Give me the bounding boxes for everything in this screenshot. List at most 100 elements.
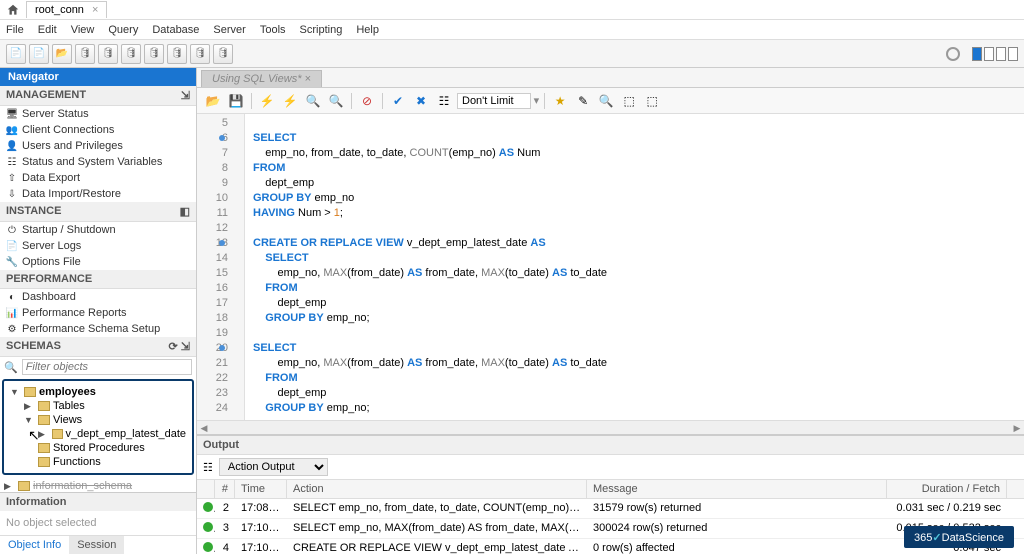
- nav-server-logs[interactable]: 📄Server Logs: [0, 238, 196, 254]
- menu-view[interactable]: View: [71, 24, 95, 36]
- status-ring-icon: [946, 47, 960, 61]
- performance-header: PERFORMANCE: [0, 270, 196, 289]
- output-type-select[interactable]: Action Output: [219, 458, 328, 476]
- db-icon[interactable]: 🛢: [121, 44, 141, 64]
- scroll-left-icon[interactable]: ◀: [197, 421, 211, 435]
- folder-icon: [38, 415, 50, 425]
- output-row[interactable]: 417:10:48CREATE OR REPLACE VIEW v_dept_e…: [197, 539, 1024, 554]
- nav-status-variables[interactable]: ☷Status and System Variables: [0, 154, 196, 170]
- panel-toggle-bottom[interactable]: [996, 47, 1006, 61]
- users-icon: 👤: [6, 140, 18, 152]
- view-icon: [52, 429, 63, 439]
- menu-query[interactable]: Query: [108, 24, 138, 36]
- db-icon[interactable]: 🛢: [98, 44, 118, 64]
- editor-toolbar: 📂 💾 ⚡ ⚡ 🔍 🔍 ⊘ ✔ ✖ ☷ Don't Limit ▾ ★ ✎ 🔍 …: [197, 88, 1024, 114]
- refresh-icon[interactable]: ⟳ ⇲: [169, 340, 191, 353]
- main-toolbar: 📄 📄 📂 🛢 🛢 🛢 🛢 🛢 🛢 🛢: [0, 40, 1024, 68]
- execute-icon[interactable]: ⚡: [257, 92, 277, 110]
- tab-session[interactable]: Session: [69, 536, 124, 554]
- close-icon[interactable]: ×: [305, 73, 311, 85]
- find-icon[interactable]: ✎: [573, 92, 593, 110]
- rollback-icon[interactable]: ✖: [411, 92, 431, 110]
- new-tab-icon[interactable]: 📄: [29, 44, 49, 64]
- explain-icon[interactable]: 🔍: [303, 92, 323, 110]
- server-icon: 🖥: [6, 108, 18, 120]
- db-icon[interactable]: 🛢: [75, 44, 95, 64]
- nav-client-connections[interactable]: 👥Client Connections: [0, 122, 196, 138]
- output-row[interactable]: 317:10:16SELECT emp_no, MAX(from_date) A…: [197, 519, 1024, 539]
- success-icon: [203, 522, 213, 532]
- search-icon: 🔍: [4, 361, 18, 374]
- beautify-icon[interactable]: ★: [550, 92, 570, 110]
- breakpoint-dot-icon[interactable]: [219, 135, 225, 141]
- breakpoint-dot-icon[interactable]: [219, 240, 225, 246]
- chevron-down-icon[interactable]: ▼: [10, 387, 19, 397]
- commit-icon[interactable]: ✔: [388, 92, 408, 110]
- nav-server-status[interactable]: 🖥Server Status: [0, 106, 196, 122]
- execute-current-icon[interactable]: ⚡: [280, 92, 300, 110]
- home-icon[interactable]: [6, 3, 20, 17]
- autocommit-icon[interactable]: ☷: [434, 92, 454, 110]
- information-header: Information: [0, 493, 196, 511]
- db-icon[interactable]: 🛢: [190, 44, 210, 64]
- schema-employees[interactable]: ▼employees: [10, 385, 186, 399]
- new-sql-icon[interactable]: 📄: [6, 44, 26, 64]
- chevron-down-icon[interactable]: ▼: [24, 415, 33, 425]
- nav-users-privileges[interactable]: 👤Users and Privileges: [0, 138, 196, 154]
- menu-scripting[interactable]: Scripting: [300, 24, 343, 36]
- menu-bar: File Edit View Query Database Server Too…: [0, 20, 1024, 40]
- connection-tab[interactable]: root_conn ×: [26, 1, 107, 18]
- db-icon[interactable]: 🛢: [167, 44, 187, 64]
- sql-editor[interactable]: 56789101112131415161718192021222324 SELE…: [197, 114, 1024, 420]
- nav-data-export[interactable]: ⇧Data Export: [0, 170, 196, 186]
- menu-database[interactable]: Database: [152, 24, 199, 36]
- content-area: Using SQL Views* × 📂 💾 ⚡ ⚡ 🔍 🔍 ⊘ ✔ ✖ ☷ D…: [197, 68, 1024, 554]
- snippets-icon[interactable]: ⬚: [619, 92, 639, 110]
- save-icon[interactable]: 💾: [226, 92, 246, 110]
- cancel-icon[interactable]: ⊘: [357, 92, 377, 110]
- panel-toggle-mid[interactable]: [984, 47, 994, 61]
- logs-icon: 📄: [6, 240, 18, 252]
- open-model-icon[interactable]: 📂: [52, 44, 72, 64]
- schema-information-schema[interactable]: ▶information_schema: [4, 479, 192, 492]
- limit-rows-select[interactable]: Don't Limit: [457, 93, 531, 109]
- folder-icon: [38, 401, 50, 411]
- menu-edit[interactable]: Edit: [38, 24, 57, 36]
- chevron-right-icon[interactable]: ▶: [4, 481, 11, 492]
- nav-perf-schema[interactable]: ⚙Performance Schema Setup: [0, 321, 196, 337]
- db-icon[interactable]: 🛢: [213, 44, 233, 64]
- db-icon[interactable]: 🛢: [144, 44, 164, 64]
- panel-toggle-right[interactable]: [1008, 47, 1018, 61]
- output-row[interactable]: 217:08:30SELECT emp_no, from_date, to_da…: [197, 499, 1024, 519]
- breakpoint-dot-icon[interactable]: [219, 345, 225, 351]
- success-icon: [203, 542, 213, 552]
- close-icon[interactable]: ×: [92, 4, 98, 16]
- menu-file[interactable]: File: [6, 24, 24, 36]
- nav-startup-shutdown[interactable]: ⏻Startup / Shutdown: [0, 222, 196, 238]
- cursor-icon: ↖: [28, 427, 40, 444]
- sql-tab[interactable]: Using SQL Views* ×: [201, 70, 322, 87]
- nav-data-import[interactable]: ⇩Data Import/Restore: [0, 186, 196, 202]
- menu-tools[interactable]: Tools: [260, 24, 286, 36]
- stop-icon[interactable]: 🔍: [326, 92, 346, 110]
- folder-icon: [38, 443, 50, 453]
- schema-views[interactable]: ▼Views: [10, 413, 186, 427]
- menu-help[interactable]: Help: [356, 24, 379, 36]
- horizontal-scrollbar[interactable]: ◀ ▶: [197, 420, 1024, 434]
- schema-functions[interactable]: Functions: [10, 455, 186, 469]
- open-file-icon[interactable]: 📂: [203, 92, 223, 110]
- wrap-icon[interactable]: ⬚: [642, 92, 662, 110]
- collapse-icon[interactable]: ⇲: [181, 89, 190, 102]
- search-icon[interactable]: 🔍: [596, 92, 616, 110]
- scroll-right-icon[interactable]: ▶: [1010, 421, 1024, 435]
- schema-tables[interactable]: ▶Tables: [10, 399, 186, 413]
- tab-object-info[interactable]: Object Info: [0, 536, 69, 554]
- nav-perf-reports[interactable]: 📊Performance Reports: [0, 305, 196, 321]
- panel-toggle-left[interactable]: [972, 47, 982, 61]
- chevron-right-icon[interactable]: ▶: [24, 401, 31, 412]
- nav-dashboard[interactable]: ◐Dashboard: [0, 289, 196, 305]
- schema-filter-input[interactable]: [22, 359, 192, 375]
- output-panel: Output ☷ Action Output # Time Action Mes…: [197, 434, 1024, 554]
- nav-options-file[interactable]: 🔧Options File: [0, 254, 196, 270]
- menu-server[interactable]: Server: [213, 24, 245, 36]
